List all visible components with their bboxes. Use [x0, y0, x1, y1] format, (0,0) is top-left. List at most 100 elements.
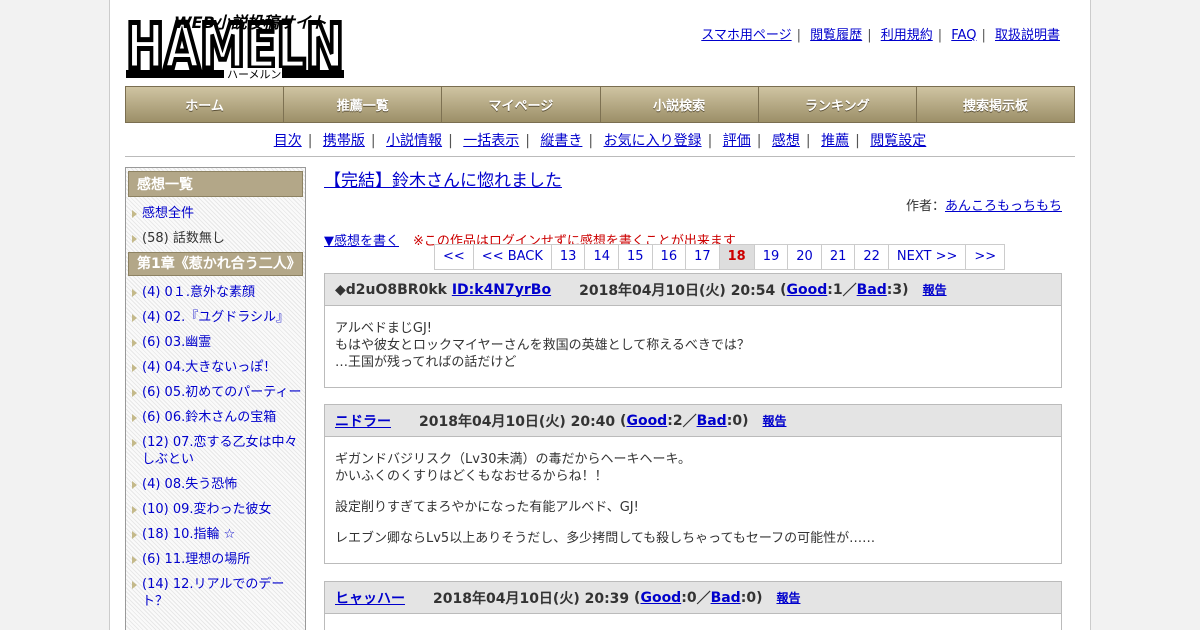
sidebar-episode-item[interactable]: (14) 12.リアルでのデート？ [128, 572, 303, 614]
page-current: 18 [719, 245, 755, 269]
page-first[interactable]: << [435, 245, 474, 269]
sidebar-episode-item[interactable]: (4) 08.失う恐怖 [128, 472, 303, 497]
sidebar-item-no-episode: (58) 話数無し [128, 226, 303, 251]
author-label: 作者： [905, 199, 945, 214]
subnav-toc[interactable]: 目次 [274, 133, 302, 149]
author-link[interactable]: あんころもっちもち [945, 199, 1062, 214]
divider [125, 156, 1075, 157]
chapter-heading: 第1章《惹かれ合う二人》 [128, 252, 303, 276]
subnav-mobile[interactable]: 携帯版 [323, 133, 365, 149]
subnav-vertical[interactable]: 縦書き [540, 133, 582, 149]
subnav-recommend[interactable]: 推薦 [821, 133, 849, 149]
good-link[interactable]: Good [787, 282, 828, 298]
bad-count: 0 [732, 412, 743, 429]
page-number[interactable]: 13 [551, 245, 586, 269]
nav-mypage[interactable]: マイページ [442, 87, 601, 122]
main-nav: ホーム 推薦一覧 マイページ 小説検索 ランキング 捜索掲示板 [125, 86, 1075, 123]
nav-home[interactable]: ホーム [126, 87, 285, 122]
history-link[interactable]: 閲覧履歴 [810, 28, 862, 43]
page-number[interactable]: 14 [585, 245, 619, 269]
page-number[interactable]: 19 [754, 245, 789, 269]
good-count: 0 [686, 589, 697, 606]
comment-date: 2018年04月10日(火) 20:39 [433, 590, 630, 607]
manual-link[interactable]: 取扱説明書 [995, 28, 1060, 43]
sidebar-episode-item[interactable]: (4) 04.大きないっぽ！ [128, 355, 303, 380]
comment-header: ヒャッハー 2018年04月10日(火) 20:39 (Good:0 ／ Bad:0… [325, 582, 1061, 614]
report-link[interactable]: 報告 [776, 589, 800, 606]
page: WEB小説投稿サイト HAMELN ハーメルン スマホ用ページ | 閲覧履歴 | 利… [109, 0, 1091, 630]
report-link[interactable]: 報告 [923, 281, 947, 298]
bad-count: 0 [746, 589, 757, 606]
good-count: 2 [672, 412, 683, 429]
sidebar-episode-item[interactable]: (10) 09.変わった彼女 [128, 497, 303, 522]
sidebar-episode-item[interactable]: (6) 06.鈴木さんの宝箱 [128, 405, 303, 430]
comment-card: ヒャッハー 2018年04月10日(火) 20:39 (Good:0 ／ Bad:0… [324, 581, 1062, 630]
page-next[interactable]: NEXT >> [888, 245, 967, 269]
good-count: 1 [832, 281, 843, 298]
subnav-view-settings[interactable]: 閲覧設定 [870, 133, 926, 149]
bad-link[interactable]: Bad [711, 590, 741, 606]
main-content: 【完結】鈴木さんに惚れました 作者：あんころもっちもち ▼感想を書く ※この作品は… [324, 166, 1062, 630]
nav-search-board[interactable]: 捜索掲示板 [917, 87, 1074, 122]
sidebar-episode-item[interactable]: (4) 02.『ユグドラシル』 [128, 305, 303, 330]
author-line: 作者：あんころもっちもち [324, 195, 1062, 214]
bad-count: 3 [892, 281, 903, 298]
page-number[interactable]: 15 [619, 245, 653, 269]
page-number[interactable]: 16 [652, 245, 687, 269]
bad-link[interactable]: Bad [857, 282, 887, 298]
comment-paragraph: アルベドまじGJ! もはや彼女とロックマイヤーさんを救国の英雄として称えるべきで… [335, 321, 750, 370]
comment-header: ニドラー 2018年04月10日(火) 20:40 (Good:2 ／ Bad:0)… [325, 405, 1061, 437]
svg-text:ハーメルン: ハーメルン [227, 68, 281, 80]
page-number[interactable]: 21 [821, 245, 856, 269]
pagination: << << BACK 13 14 15 16 17 18 19 20 21 22… [434, 244, 1006, 270]
sidebar-item-all[interactable]: 感想全件 [128, 201, 303, 226]
commenter-name: ◆d2uO8BR0kk [335, 281, 447, 298]
hameln-logo[interactable]: WEB小説投稿サイト HAMELN ハーメルン [124, 8, 347, 86]
subnav-comments[interactable]: 感想 [772, 133, 800, 149]
comment-body: ギガンドバジリスク（Lv30未満）の毒だからヘーキヘーキ。 かいふくのくすりはど… [325, 437, 1061, 563]
comment-header: ◆d2uO8BR0kk ID:k4N7yrBo 2018年04月10日(火) 2… [325, 274, 1061, 306]
comment-paragraph: 設定削りすぎてまろやかになった有能アルベド、GJ! [335, 500, 639, 515]
subnav-novel-info[interactable]: 小説情報 [386, 133, 442, 149]
nav-ranking[interactable]: ランキング [759, 87, 917, 122]
faq-link[interactable]: FAQ [951, 28, 976, 43]
subnav-all-display[interactable]: 一括表示 [463, 133, 519, 149]
page-number[interactable]: 20 [788, 245, 822, 269]
comment-card: ニドラー 2018年04月10日(火) 20:40 (Good:2 ／ Bad:0)… [324, 404, 1062, 564]
report-link[interactable]: 報告 [762, 412, 786, 429]
good-link[interactable]: Good [626, 413, 667, 429]
subnav-rating[interactable]: 評価 [723, 133, 751, 149]
sub-nav: 目次 | 携帯版 | 小説情報 | 一括表示 | 縦書き | お気に入り登録 | 評価 | 感… [273, 133, 927, 149]
comment-paragraph: レエブン卿ならLv5以上ありそうだし、多少拷問しても殺しちゃってもセーフの可能性… [335, 531, 876, 546]
sidebar-episode-item[interactable]: (12) 07.恋する乙女は中々しぶとい [128, 430, 303, 472]
write-comment-link[interactable]: ▼感想を書く [324, 234, 399, 249]
commenter-name-link[interactable]: ヒャッハー [335, 588, 405, 608]
page-number[interactable]: 17 [686, 245, 720, 269]
sidebar-episode-item[interactable]: (6) 03.幽霊 [128, 330, 303, 355]
novel-title-link[interactable]: 【完結】鈴木さんに惚れました [324, 171, 562, 191]
comment-paragraph: ギガンドバジリスク（Lv30未満）の毒だからヘーキヘーキ。 かいふくのくすりはど… [335, 452, 691, 484]
sidebar-heading: 感想一覧 [128, 171, 303, 197]
comment-card: ◆d2uO8BR0kk ID:k4N7yrBo 2018年04月10日(火) 2… [324, 273, 1062, 388]
good-link[interactable]: Good [640, 590, 681, 606]
header-links: スマホ用ページ | 閲覧履歴 | 利用規約 | FAQ | 取扱説明書 [701, 28, 1060, 43]
page-back[interactable]: << BACK [473, 245, 552, 269]
comment-body: アルベドまじGJ! もはや彼女とロックマイヤーさんを救国の英雄として称えるべきで… [325, 306, 1061, 387]
commenter-id-link[interactable]: ID:k4N7yrBo [452, 282, 551, 298]
page-last[interactable]: >> [966, 245, 1005, 269]
subnav-favorite[interactable]: お気に入り登録 [604, 133, 702, 149]
comment-date: 2018年04月10日(火) 20:40 [419, 413, 616, 430]
sidebar-episode-item[interactable]: (6) 05.初めてのパーティー [128, 380, 303, 405]
terms-link[interactable]: 利用規約 [881, 28, 933, 43]
smartphone-link[interactable]: スマホ用ページ [701, 28, 791, 43]
page-number[interactable]: 22 [855, 245, 889, 269]
sidebar-episode-item[interactable]: (6) 11.理想の場所 [128, 547, 303, 572]
sidebar-episode-item[interactable]: (4) 0１.意外な素顔 [128, 280, 303, 305]
sidebar-episode-item[interactable]: (18) 10.指輪 ☆ [128, 522, 303, 547]
commenter-name-link[interactable]: ニドラー [335, 411, 391, 431]
comment-sidebar: 感想一覧 感想全件 (58) 話数無し 第1章《惹かれ合う二人》 (4) 0１.… [125, 167, 306, 630]
nav-recommend-list[interactable]: 推薦一覧 [284, 87, 443, 122]
nav-novel-search[interactable]: 小説検索 [601, 87, 759, 122]
bad-link[interactable]: Bad [697, 413, 727, 429]
comment-date: 2018年04月10日(火) 20:54 [579, 282, 776, 299]
